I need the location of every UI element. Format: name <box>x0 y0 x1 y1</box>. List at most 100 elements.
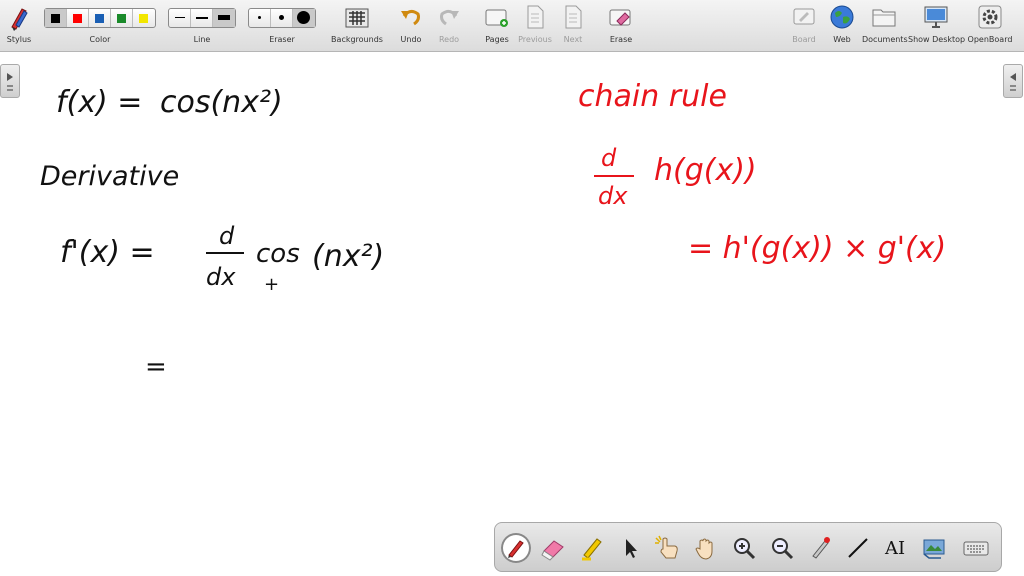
pointing-hand-icon <box>655 535 678 559</box>
backgrounds-icon <box>345 8 369 28</box>
undo-icon <box>401 9 420 26</box>
hand-pan-tool-button[interactable] <box>691 533 721 563</box>
cos-argument: (nx²) <box>312 239 384 274</box>
function-definition-rhs: cos(nx²) <box>160 85 283 120</box>
next-label: Next <box>563 35 583 44</box>
chain-d-numerator: d <box>601 144 617 172</box>
eraser-icon <box>541 540 564 561</box>
tool-dock: AI <box>494 522 1002 572</box>
next-page-button[interactable]: Next <box>558 0 588 52</box>
zoom-in-icon <box>734 538 756 560</box>
line-medium[interactable] <box>191 9 213 27</box>
function-definition-lhs: f(x) = <box>56 85 142 120</box>
show-desktop-button[interactable]: Show Desktop <box>908 0 966 52</box>
previous-page-icon <box>527 5 544 29</box>
redo-button[interactable]: Redo <box>434 0 464 52</box>
web-label: Web <box>833 35 851 44</box>
zoom-in-tool-button[interactable] <box>729 533 759 563</box>
eraser-large[interactable] <box>293 9 315 27</box>
stylus-label: Stylus <box>6 35 32 44</box>
next-page-icon <box>565 5 582 29</box>
board-button[interactable]: Board <box>788 0 820 52</box>
zoom-out-icon <box>772 538 794 560</box>
show-desktop-label: Show Desktop <box>908 35 966 44</box>
pen-tool-button[interactable] <box>501 533 531 563</box>
zoom-out-tool-button[interactable] <box>767 533 797 563</box>
equals-sign-next-step: = <box>145 352 167 382</box>
color-swatch-green[interactable] <box>111 9 133 27</box>
line-thick[interactable] <box>213 9 235 27</box>
pointer-arrow-icon <box>626 539 637 558</box>
plus-mark: + <box>264 274 279 295</box>
keyboard-icon <box>963 541 989 556</box>
backgrounds-label: Backgrounds <box>331 35 383 44</box>
text-tool-label: AI <box>885 538 906 559</box>
color-swatch-black[interactable] <box>45 9 67 27</box>
d-dx-denominator: dx <box>206 263 236 291</box>
pages-label: Pages <box>485 35 509 44</box>
line-icon <box>848 538 868 558</box>
line-tool-button[interactable] <box>843 533 873 563</box>
stylus-button[interactable]: Stylus <box>4 0 34 52</box>
folder-icon <box>872 9 896 27</box>
color-selector[interactable] <box>44 8 156 28</box>
line-group: Line <box>168 0 236 52</box>
board-icon <box>793 8 815 25</box>
previous-label: Previous <box>518 35 552 44</box>
color-swatch-red[interactable] <box>67 9 89 27</box>
pen-icon <box>508 540 524 558</box>
eraser-tool-button[interactable] <box>539 533 569 563</box>
highlighter-tool-button[interactable] <box>577 533 607 563</box>
d-dx-numerator: d <box>219 222 235 250</box>
color-group: Color <box>44 0 156 52</box>
derivative-lhs: f'(x) = <box>60 235 155 270</box>
chain-composite-function: h(g(x)) <box>654 153 757 188</box>
handwritten-math-notes: f(x) = cos(nx²) Derivative f'(x) = d dx … <box>40 79 946 382</box>
desktop-icon <box>924 6 948 28</box>
interact-tool-button[interactable] <box>653 533 683 563</box>
erase-button[interactable]: Erase <box>604 0 638 52</box>
line-width-selector[interactable] <box>168 8 236 28</box>
chain-rule-result: = h'(g(x)) × g'(x) <box>688 231 946 266</box>
erase-icon <box>609 9 631 26</box>
eraser-small[interactable] <box>249 9 271 27</box>
selector-tool-button[interactable] <box>615 533 645 563</box>
eraser-group: Eraser <box>248 0 316 52</box>
previous-page-button[interactable]: Previous <box>518 0 552 52</box>
globe-icon <box>830 5 854 29</box>
redo-label: Redo <box>438 35 460 44</box>
undo-button[interactable]: Undo <box>396 0 426 52</box>
chain-dx-denominator: dx <box>598 182 628 210</box>
color-swatch-yellow[interactable] <box>133 9 155 27</box>
openboard-label: OpenBoard <box>967 35 1013 44</box>
add-page-icon <box>485 9 508 27</box>
documents-button[interactable]: Documents <box>862 0 908 52</box>
laser-pointer-tool-button[interactable] <box>805 533 835 563</box>
web-button[interactable]: Web <box>828 0 856 52</box>
eraser-medium[interactable] <box>271 9 293 27</box>
board-label: Board <box>792 35 816 44</box>
cos-term: cos <box>256 239 300 269</box>
redo-icon <box>440 9 459 26</box>
color-label: Color <box>89 35 111 44</box>
eraser-size-selector[interactable] <box>248 8 316 28</box>
open-hand-icon <box>695 538 713 560</box>
line-label: Line <box>193 35 211 44</box>
derivative-heading: Derivative <box>40 161 179 192</box>
highlighter-icon <box>582 538 602 561</box>
backgrounds-button[interactable]: Backgrounds <box>330 0 384 52</box>
capture-tool-button[interactable] <box>919 533 949 563</box>
eraser-label: Eraser <box>269 35 295 44</box>
undo-label: Undo <box>400 35 422 44</box>
openboard-menu-button[interactable]: OpenBoard <box>966 0 1014 52</box>
top-toolbar: Stylus Color Line Eraser Backgrounds Und… <box>0 0 1024 52</box>
pages-button[interactable]: Pages <box>480 0 514 52</box>
virtual-keyboard-button[interactable] <box>961 533 991 563</box>
documents-label: Documents <box>862 35 908 44</box>
stylus-icon <box>11 8 28 31</box>
gear-icon <box>978 5 1002 29</box>
text-tool-button[interactable]: AI <box>881 533 911 563</box>
color-swatch-blue[interactable] <box>89 9 111 27</box>
line-thin[interactable] <box>169 9 191 27</box>
laser-pointer-icon <box>812 537 830 559</box>
